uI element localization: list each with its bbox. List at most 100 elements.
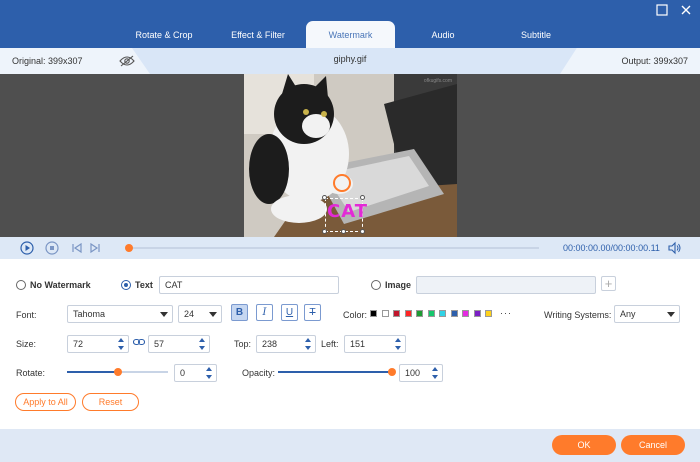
ok-button[interactable]: OK [552, 435, 616, 455]
top-value: 238 [262, 339, 278, 349]
no-watermark-label[interactable]: No Watermark [30, 280, 91, 290]
tab-effect-filter[interactable]: Effect & Filter [214, 21, 302, 48]
left-value: 151 [350, 339, 366, 349]
stepper-arrows-icon[interactable] [118, 338, 125, 350]
image-watermark-label[interactable]: Image [385, 280, 411, 290]
reset-button[interactable]: Reset [82, 393, 139, 411]
top-stepper[interactable]: 238 [256, 335, 316, 353]
opacity-stepper[interactable]: 100 [399, 364, 443, 382]
apply-to-all-button[interactable]: Apply to All [15, 393, 76, 411]
color-label: Color: [343, 310, 368, 320]
bold-button[interactable]: B [231, 304, 248, 321]
playback-controls: 00:00:00.00/00:00:00.11 [0, 237, 700, 259]
add-image-icon[interactable]: + [601, 276, 616, 291]
stepper-arrows-icon[interactable] [199, 338, 206, 350]
opacity-value: 100 [405, 368, 421, 378]
stop-icon[interactable] [45, 241, 59, 255]
chevron-down-icon [209, 312, 217, 317]
play-icon[interactable] [20, 241, 34, 255]
rotate-value: 0 [180, 368, 186, 378]
underline-button[interactable]: U [281, 304, 298, 321]
time-display: 00:00:00.00/00:00:00.11 [563, 243, 660, 253]
next-frame-icon[interactable] [88, 241, 102, 255]
width-value: 72 [73, 339, 84, 349]
height-stepper[interactable]: 57 [148, 335, 210, 353]
writing-systems-value: Any [620, 309, 636, 319]
italic-button[interactable]: I [256, 304, 273, 321]
color-swatch[interactable] [404, 310, 412, 317]
width-stepper[interactable]: 72 [67, 335, 129, 353]
stepper-arrows-icon[interactable] [432, 367, 439, 379]
video-frame[interactable]: ofkugifs.com CAT [244, 74, 457, 237]
resize-handle[interactable] [360, 195, 365, 200]
tab-audio[interactable]: Audio [412, 21, 474, 48]
footer-bar: OK Cancel [0, 429, 700, 462]
volume-icon[interactable] [667, 241, 681, 255]
opacity-label: Opacity: [242, 368, 276, 378]
resize-handle[interactable] [322, 229, 327, 234]
image-watermark-radio[interactable] [371, 280, 381, 290]
output-size-label: Output: 399x307 [621, 56, 688, 66]
chevron-down-icon [160, 312, 168, 317]
opacity-slider-fill [278, 371, 392, 373]
font-size-value: 24 [184, 309, 195, 319]
more-colors-icon[interactable]: ··· [500, 308, 512, 318]
resize-handle[interactable] [341, 229, 346, 234]
color-swatch[interactable] [439, 310, 446, 317]
source-watermark: ofkugifs.com [423, 78, 452, 84]
color-swatch[interactable] [370, 310, 377, 317]
color-swatch[interactable] [485, 310, 492, 317]
color-swatch[interactable] [416, 310, 423, 317]
stepper-arrows-icon[interactable] [206, 367, 213, 379]
close-icon[interactable] [679, 3, 693, 17]
tab-rotate-crop[interactable]: Rotate & Crop [124, 21, 204, 48]
stepper-arrows-icon[interactable] [395, 338, 402, 350]
watermark-text-input[interactable]: CAT [159, 276, 339, 294]
writing-systems-select[interactable]: Any [614, 305, 680, 323]
watermark-editor-window: Rotate & Crop Effect & Filter Watermark … [0, 0, 700, 462]
font-family-value: Tahoma [73, 309, 106, 319]
no-watermark-radio[interactable] [16, 280, 26, 290]
color-swatch[interactable] [393, 310, 400, 317]
text-watermark-radio[interactable] [121, 280, 131, 290]
cancel-button[interactable]: Cancel [621, 435, 685, 455]
tab-watermark[interactable]: Watermark [306, 21, 395, 48]
timeline-track[interactable] [125, 244, 539, 252]
filename-label: giphy.gif [333, 54, 367, 64]
timeline-knob[interactable] [125, 244, 133, 252]
color-swatch[interactable] [427, 310, 435, 317]
previous-frame-icon[interactable] [70, 241, 84, 255]
rotate-stepper[interactable]: 0 [174, 364, 217, 382]
color-swatch[interactable] [450, 310, 458, 317]
rotate-label: Rotate: [16, 368, 46, 378]
color-swatch[interactable] [473, 310, 481, 317]
size-label: Size: [16, 339, 37, 349]
chevron-down-icon [667, 312, 675, 317]
strikethrough-button[interactable]: T [304, 304, 321, 321]
font-family-select[interactable]: Tahoma [67, 305, 173, 323]
image-path-field[interactable] [416, 276, 596, 294]
resize-handle[interactable] [322, 195, 327, 200]
writing-systems-label: Writing Systems: [544, 310, 612, 320]
watermark-text-overlay[interactable]: CAT [327, 201, 368, 222]
stepper-arrows-icon[interactable] [305, 338, 312, 350]
left-stepper[interactable]: 151 [344, 335, 406, 353]
tab-subtitle[interactable]: Subtitle [505, 21, 567, 48]
rotate-slider-fill [67, 371, 118, 373]
rotate-slider-knob[interactable] [113, 368, 122, 376]
font-size-select[interactable]: 24 [178, 305, 222, 323]
height-value: 57 [154, 339, 165, 349]
color-swatch[interactable] [381, 310, 389, 317]
minimize-icon[interactable] [655, 3, 669, 17]
opacity-slider[interactable] [278, 368, 396, 376]
resize-handle[interactable] [360, 229, 365, 234]
video-preview-area: ofkugifs.com CAT [0, 74, 700, 237]
left-label: Left: [321, 339, 339, 349]
link-icon[interactable] [132, 337, 146, 349]
text-watermark-label[interactable]: Text [135, 280, 153, 290]
info-bar: Original: 399x307 giphy.gif Output: 399x… [0, 48, 700, 74]
top-tab-bar: Rotate & Crop Effect & Filter Watermark … [0, 0, 700, 48]
color-swatch[interactable] [462, 310, 469, 317]
opacity-slider-knob[interactable] [388, 368, 396, 376]
rotate-slider[interactable] [67, 368, 168, 376]
